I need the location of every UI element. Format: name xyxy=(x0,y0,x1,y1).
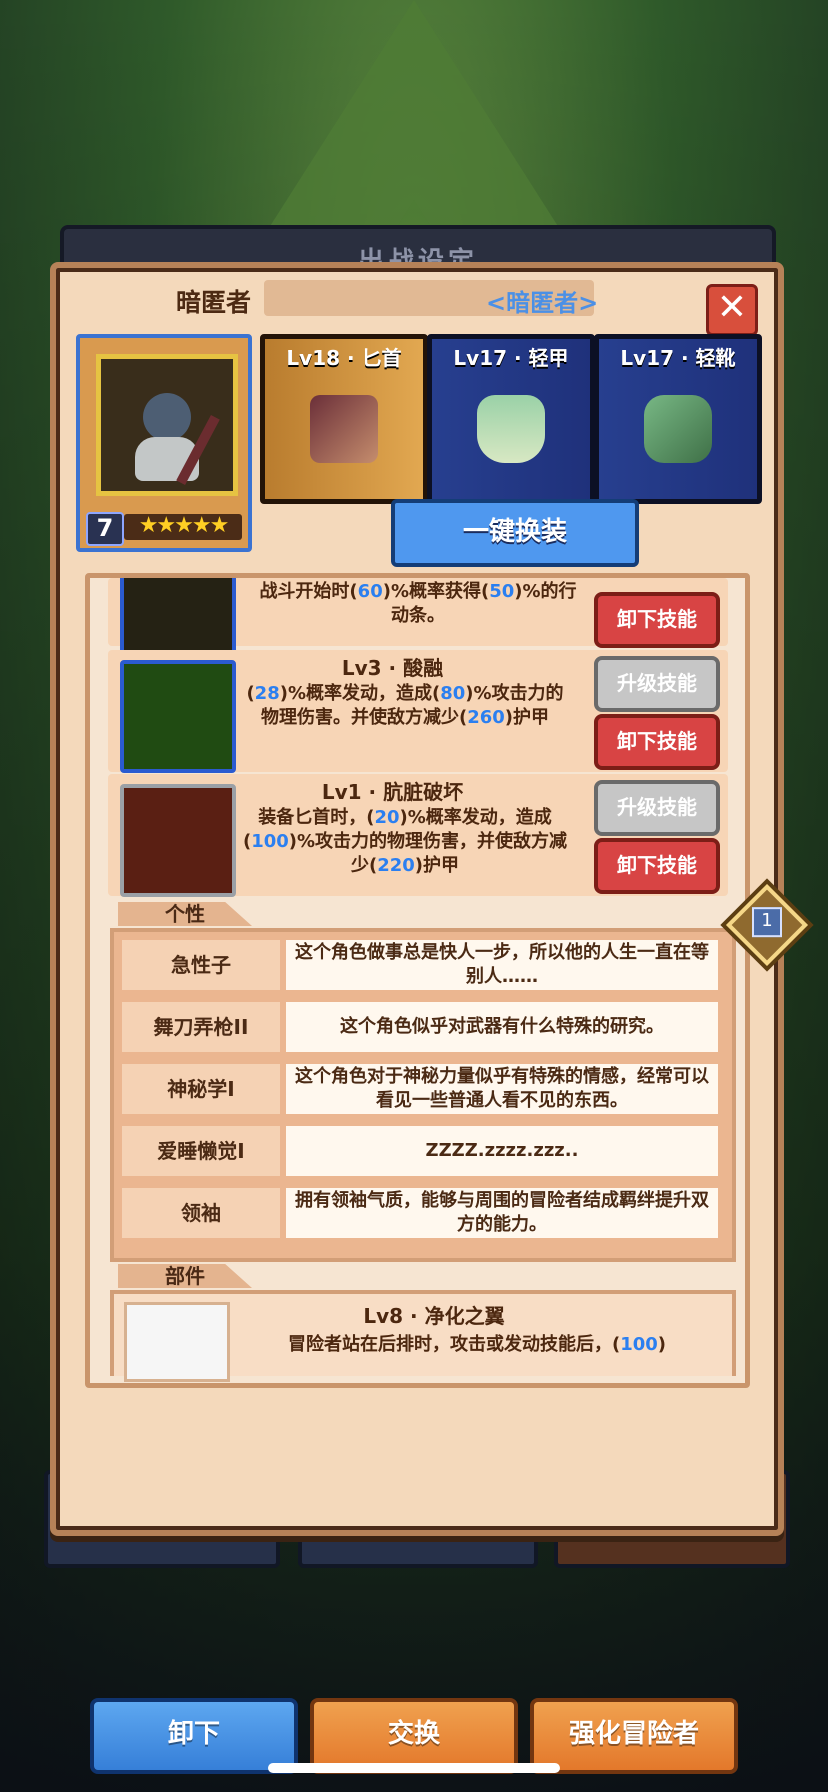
skill-partial-description: 战斗开始时(60)%概率获得(50)%的行 动条。 xyxy=(259,581,577,626)
close-icon[interactable]: ✕ xyxy=(706,284,758,336)
trait-description: ZZZZ.zzzz.zzz.. xyxy=(286,1126,718,1176)
part-description: 冒险者站在后排时，攻击或发动技能后，(100) xyxy=(287,1334,667,1355)
skill-card-dirty-break: Lv1 · 肮脏破坏 装备匕首时，(20)%概率发动，造成(100)%攻击力的物… xyxy=(108,774,728,897)
character-level-badge: 7 xyxy=(86,512,124,546)
traits-section-label: 个性 xyxy=(118,902,252,926)
trait-description: 这个角色似乎对武器有什么特殊的研究。 xyxy=(286,1002,718,1052)
skill-description: (28)%概率发动，造成(80)%攻击力的 物理伤害。并使敌方减少(260)护甲 xyxy=(246,683,564,728)
home-indicator xyxy=(268,1763,560,1773)
unequip-skill-button[interactable]: 卸下技能 xyxy=(594,714,720,770)
trait-name: 神秘学I xyxy=(122,1064,280,1114)
character-avatar[interactable]: 7 ★★★★★ xyxy=(76,334,252,552)
skill-partial-icon xyxy=(120,578,236,659)
dirty-break-skill-icon xyxy=(120,784,236,897)
detail-scroll-area[interactable]: 战斗开始时(60)%概率获得(50)%的行 动条。 卸下技能 Lv3 · 酸融 … xyxy=(85,573,750,1388)
character-stars: ★★★★★ xyxy=(124,514,242,540)
equipment-weapon-label: Lv18 · 匕首 xyxy=(286,346,402,370)
trait-name: 爱睡懒觉I xyxy=(122,1126,280,1176)
parts-section-label: 部件 xyxy=(118,1264,252,1288)
trait-row: 爱睡懒觉I ZZZZ.zzzz.zzz.. xyxy=(122,1126,718,1176)
trait-row: 神秘学I 这个角色对于神秘力量似乎有特殊的情感，经常可以看见一些普通人看不见的东… xyxy=(122,1064,718,1114)
trait-name: 领袖 xyxy=(122,1188,280,1238)
skill-card-acid-melt: Lv3 · 酸融 (28)%概率发动，造成(80)%攻击力的 物理伤害。并使敌方… xyxy=(108,650,728,773)
acid-skill-icon xyxy=(120,660,236,773)
dagger-icon xyxy=(310,395,378,463)
upgrade-skill-button[interactable]: 升级技能 xyxy=(594,656,720,712)
trait-name: 急性子 xyxy=(122,940,280,990)
skill-name: Lv1 · 肮脏破坏 xyxy=(321,780,464,804)
trait-row: 领袖 拥有领袖气质，能够与周围的冒险者结成羁绊提升双方的能力。 xyxy=(122,1188,718,1238)
trait-name: 舞刀弄枪II xyxy=(122,1002,280,1052)
skill-name: Lv3 · 酸融 xyxy=(341,656,444,680)
upgrade-skill-button[interactable]: 升级技能 xyxy=(594,780,720,836)
wing-part-icon xyxy=(124,1302,230,1382)
skill-description: 装备匕首时，(20)%概率发动，造成(100)%攻击力的物理伤害，并使敌方减 少… xyxy=(242,807,568,876)
light-boots-icon xyxy=(644,395,712,463)
equipment-slot-armor[interactable]: Lv17 · 轻甲 xyxy=(427,334,595,504)
trait-row: 急性子 这个角色做事总是快人一步，所以他的人生一直在等别人…… xyxy=(122,940,718,990)
trait-description: 拥有领袖气质，能够与周围的冒险者结成羁绊提升双方的能力。 xyxy=(286,1188,718,1238)
adventurer-detail-modal: 暗匿者 <暗匿者> ✕ 7 ★★★★★ Lv18 · 匕首 Lv17 · 轻甲 … xyxy=(50,262,784,1774)
trait-description: 这个角色对于神秘力量似乎有特殊的情感，经常可以看见一些普通人看不见的东西。 xyxy=(286,1064,718,1114)
badge-count: 1 xyxy=(752,907,782,938)
modal-title: 暗匿者 xyxy=(176,288,252,317)
equip-all-button[interactable]: 一键换装 xyxy=(391,499,639,567)
character-portrait xyxy=(96,354,238,496)
equipment-slot-boots[interactable]: Lv17 · 轻靴 xyxy=(594,334,762,504)
traits-panel: 急性子 这个角色做事总是快人一步，所以他的人生一直在等别人…… 舞刀弄枪II 这… xyxy=(110,928,736,1262)
unequip-skill-button[interactable]: 卸下技能 xyxy=(594,592,720,648)
skill-card-partial: 战斗开始时(60)%概率获得(50)%的行 动条。 卸下技能 xyxy=(108,578,728,659)
unequip-button[interactable]: 卸下 xyxy=(90,1698,298,1774)
equipment-armor-label: Lv17 · 轻甲 xyxy=(453,346,569,370)
light-armor-icon xyxy=(477,395,545,463)
hero-head-shape xyxy=(143,393,191,441)
equipment-boots-label: Lv17 · 轻靴 xyxy=(620,346,736,370)
parts-panel: Lv8 · 净化之翼 冒险者站在后排时，攻击或发动技能后，(100) xyxy=(110,1290,736,1382)
modal-subtitle: <暗匿者> xyxy=(486,289,599,317)
unequip-skill-button[interactable]: 卸下技能 xyxy=(594,838,720,894)
trait-description: 这个角色做事总是快人一步，所以他的人生一直在等别人…… xyxy=(286,940,718,990)
upgrade-adventurer-button[interactable]: 强化冒险者 xyxy=(530,1698,738,1774)
equipment-slot-weapon[interactable]: Lv18 · 匕首 xyxy=(260,334,428,504)
trait-row: 舞刀弄枪II 这个角色似乎对武器有什么特殊的研究。 xyxy=(122,1002,718,1052)
part-title: Lv8 · 净化之翼 xyxy=(363,1304,505,1328)
